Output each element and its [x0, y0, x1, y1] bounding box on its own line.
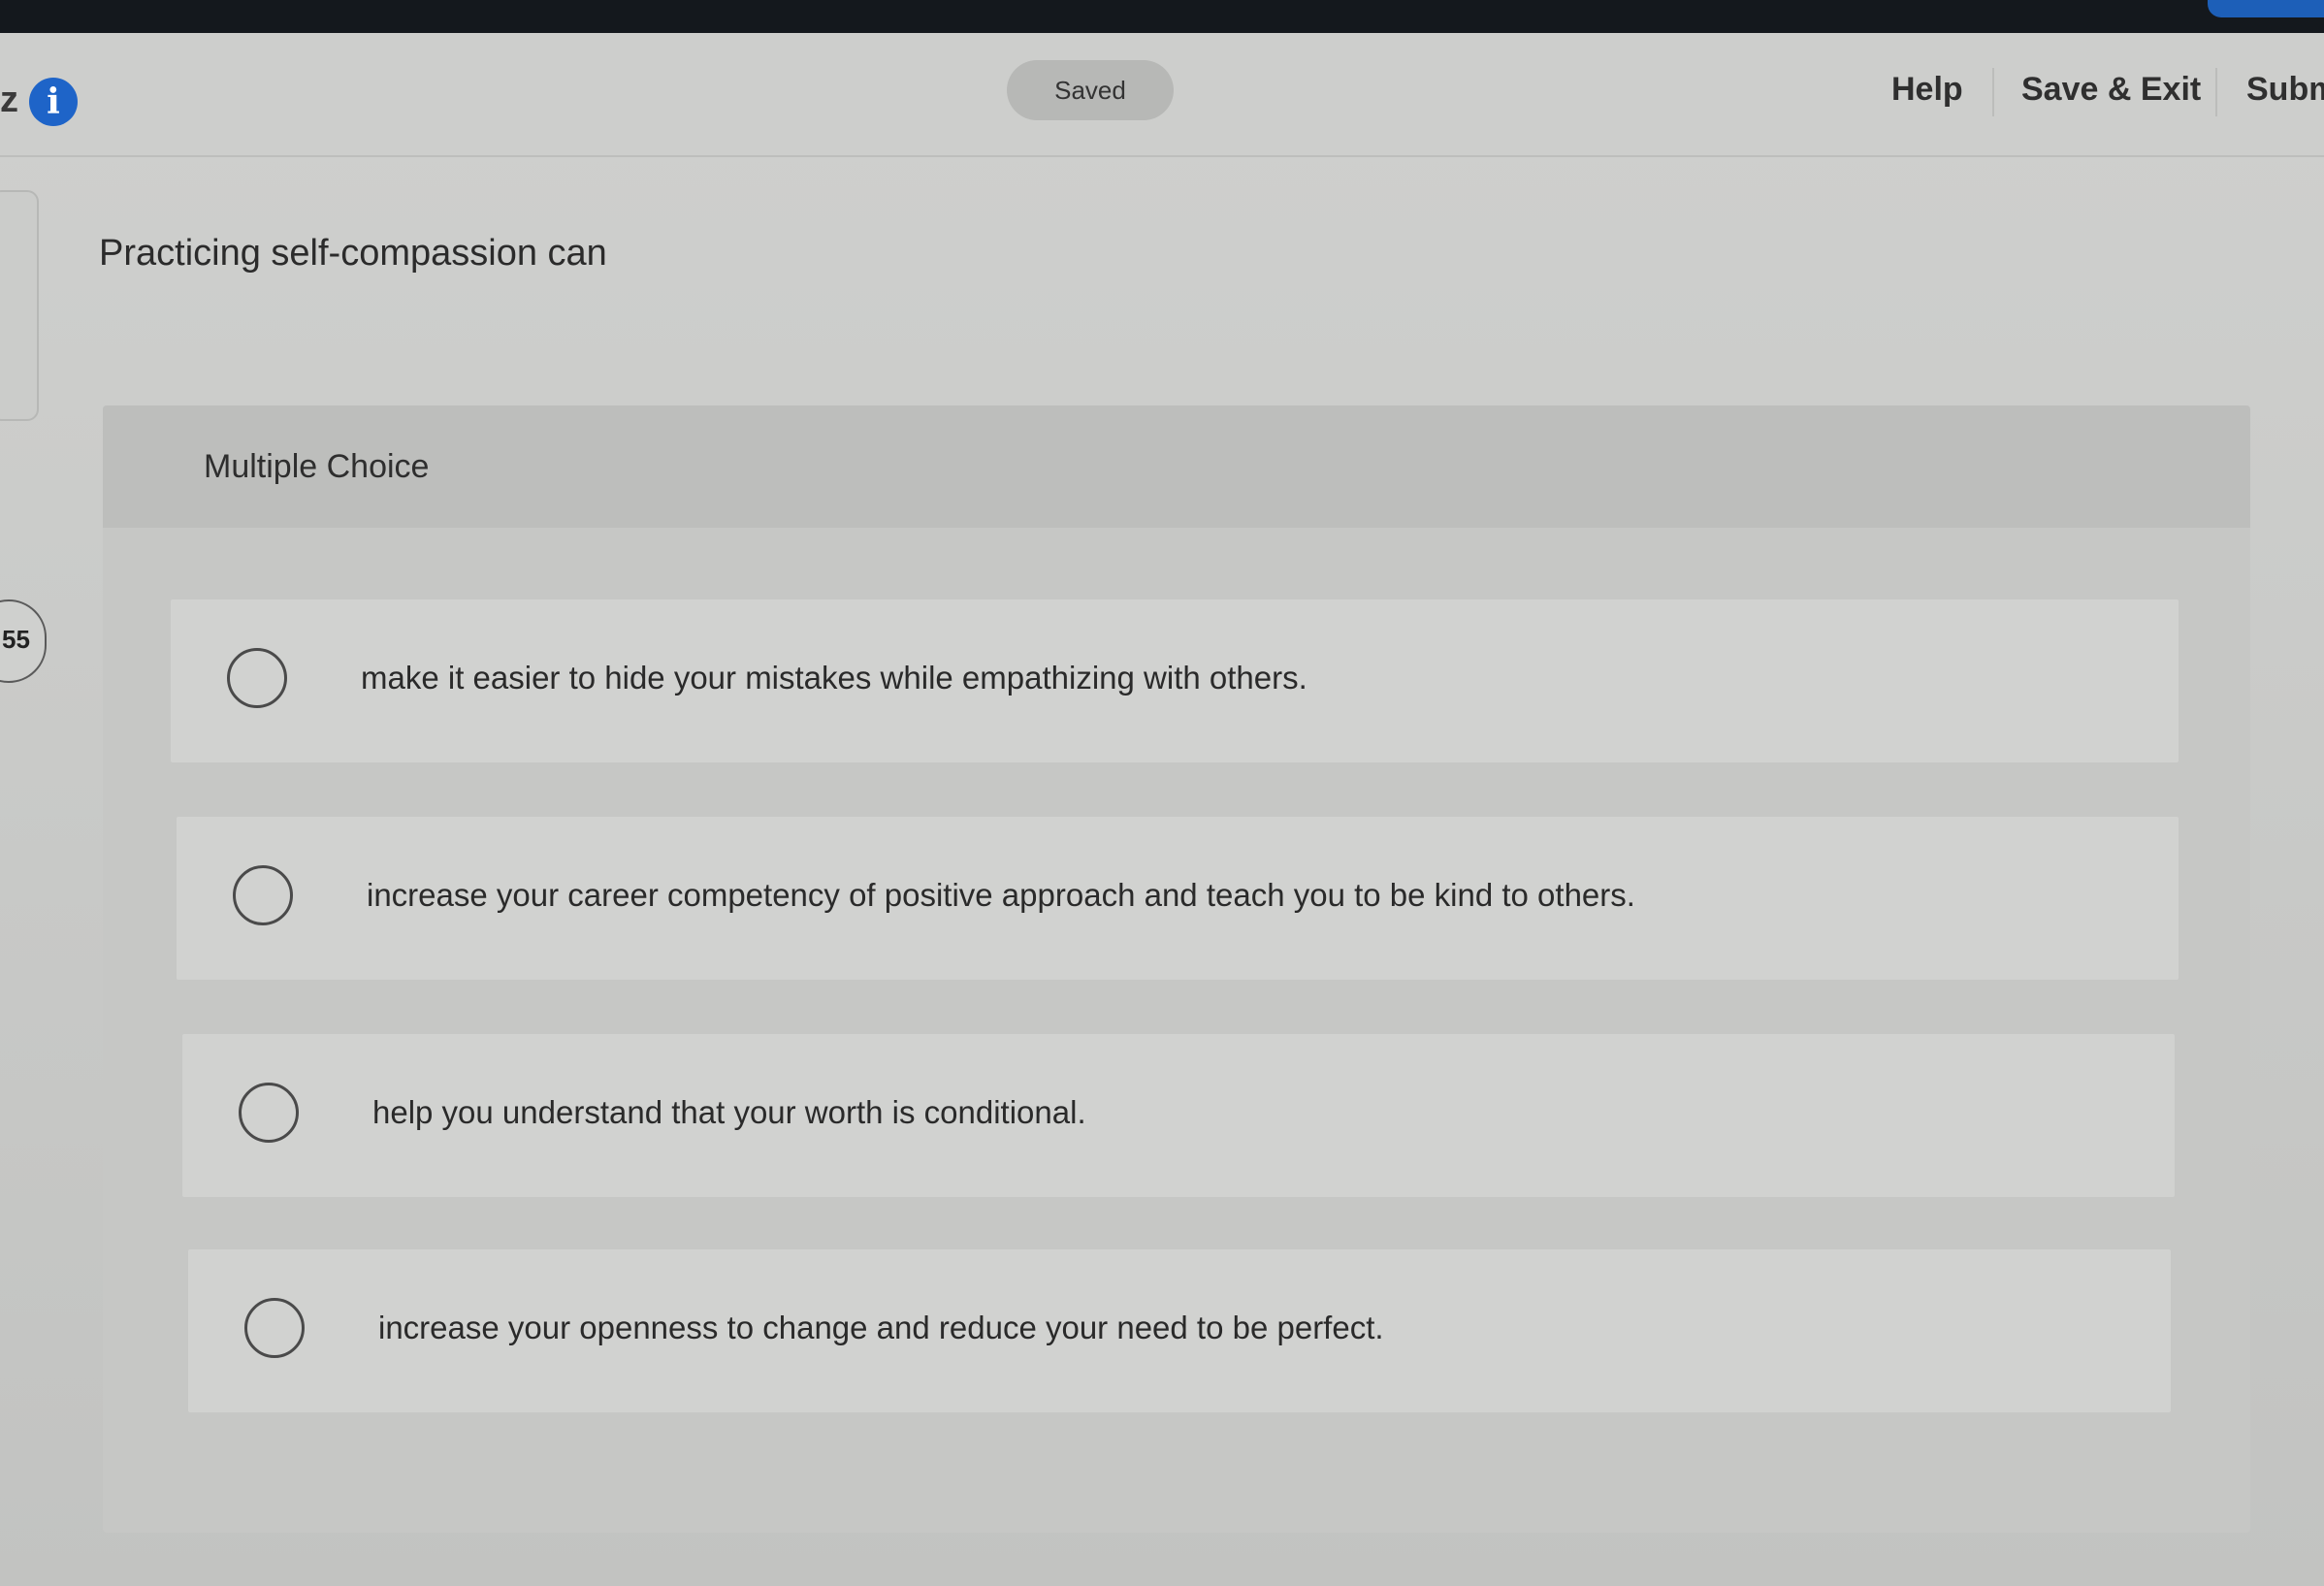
answer-option[interactable]: increase your career competency of posit… — [177, 817, 2179, 980]
answer-option-label: increase your career competency of posit… — [367, 877, 1635, 913]
answer-option[interactable]: help you understand that your worth is c… — [182, 1034, 2175, 1197]
header-divider — [2215, 68, 2217, 116]
answer-option-label: increase your openness to change and red… — [378, 1310, 1384, 1345]
submit-link[interactable]: Subm — [2246, 70, 2324, 110]
info-icon[interactable]: i — [29, 78, 78, 126]
question-type-header: Multiple Choice — [103, 405, 2250, 528]
radio-button[interactable] — [239, 1083, 299, 1143]
question-number-badge[interactable]: 55 — [0, 599, 47, 683]
help-link[interactable]: Help — [1891, 70, 1963, 110]
save-exit-link[interactable]: Save & Exit — [2021, 70, 2201, 110]
quiz-page: z i Saved Help Save & Exit Subm 55 Pract… — [0, 0, 2324, 1586]
question-card: Multiple Choice make it easier to hide y… — [103, 405, 2250, 1533]
answer-option-label: make it easier to hide your mistakes whi… — [361, 660, 1307, 696]
radio-button[interactable] — [244, 1298, 305, 1358]
top-bezel — [0, 0, 2324, 33]
header-divider — [1992, 68, 1994, 116]
radio-button[interactable] — [233, 865, 293, 925]
radio-button[interactable] — [227, 648, 287, 708]
answer-option-label: help you understand that your worth is c… — [372, 1094, 1086, 1130]
question-number-text: 55 — [2, 625, 30, 654]
answer-option[interactable]: increase your openness to change and red… — [188, 1249, 2171, 1412]
header-bar: z i Saved Help Save & Exit Subm — [0, 33, 2324, 157]
saved-status-badge: Saved — [1007, 60, 1174, 120]
accent-tab — [2208, 0, 2324, 17]
header-edge-letter: z — [0, 80, 18, 120]
answer-option[interactable]: make it easier to hide your mistakes whi… — [171, 599, 2179, 762]
question-type-label: Multiple Choice — [204, 448, 430, 485]
question-prompt: Practicing self-compassion can — [99, 233, 607, 274]
question-nav-panel-edge[interactable] — [0, 190, 39, 421]
